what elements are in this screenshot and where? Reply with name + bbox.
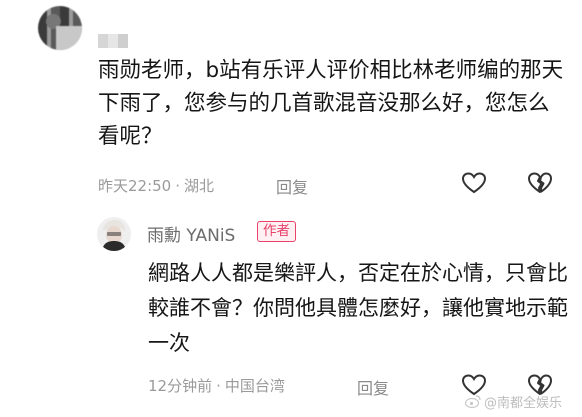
reply-meta: 12分钟前 · 中国台湾 [148, 375, 285, 396]
reply-avatar[interactable] [97, 217, 131, 251]
reply-reply-button[interactable]: 回复 [357, 375, 389, 399]
comment-meta: 昨天22:50 · 湖北 [98, 175, 214, 196]
comment-text: 雨勋老师，b站有乐评人评价相比林老师编的那天下雨了，您参与的几首歌混音没那么好，… [98, 58, 564, 149]
comment-reply-button[interactable]: 回复 [276, 174, 308, 198]
separator: · [216, 377, 221, 395]
watermark-text: @南都全娱乐 [484, 396, 563, 411]
reply-time: 12分钟前 [148, 377, 213, 395]
avatar[interactable] [38, 6, 82, 50]
comment-time: 昨天22:50 [98, 177, 172, 195]
separator: · [175, 177, 181, 195]
reply-author-name[interactable]: 雨勳 YANiS [147, 221, 235, 246]
reply-location: 中国台湾 [224, 377, 285, 395]
comment-location: 湖北 [184, 177, 215, 195]
weibo-logo-icon [464, 393, 481, 409]
author-badge: 作者 [257, 221, 296, 242]
reply-text: 網路人人都是樂評人，否定在於心情，只會比較誰不會？你問他具體怎麼好，讓他實地示範… [148, 261, 568, 355]
heart-outline-icon[interactable] [460, 169, 488, 197]
broken-heart-icon[interactable] [526, 169, 554, 197]
username-redacted [98, 34, 128, 48]
